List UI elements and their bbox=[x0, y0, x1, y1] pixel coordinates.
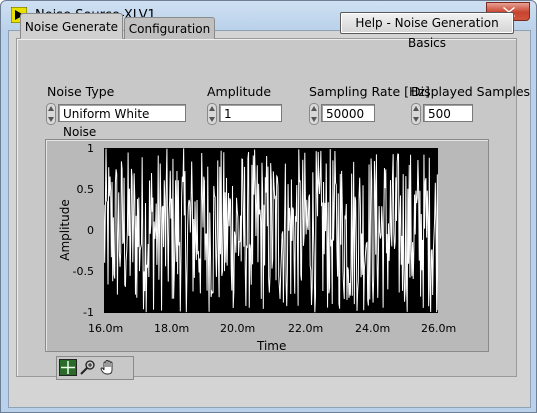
zoom-icon bbox=[80, 360, 95, 375]
y-tick-label: 1 bbox=[87, 142, 94, 155]
displayed-samples-stepper[interactable] bbox=[411, 103, 421, 125]
x-tick-label: 18.0m bbox=[154, 322, 190, 335]
plot-area[interactable] bbox=[104, 148, 438, 313]
zoom-tool-button[interactable] bbox=[79, 359, 97, 376]
pan-hand-icon bbox=[100, 360, 113, 375]
x-tick-label: 22.0m bbox=[288, 322, 324, 335]
help-button[interactable]: Help - Noise Generation Basics bbox=[340, 12, 514, 50]
noise-type-stepper[interactable] bbox=[46, 103, 56, 125]
noise-waveform-line bbox=[104, 148, 438, 313]
x-tick-label: 16.0m bbox=[88, 322, 124, 335]
amplitude-label: Amplitude bbox=[207, 84, 272, 99]
amplitude-field[interactable]: 1 bbox=[219, 104, 282, 122]
displayed-samples-label: Displayed Samples bbox=[411, 84, 531, 99]
pan-tool-button[interactable] bbox=[99, 359, 117, 376]
x-tick-label: 20.0m bbox=[220, 322, 256, 335]
y-axis-title: Amplitude bbox=[58, 199, 72, 261]
cursor-tool-button[interactable] bbox=[59, 359, 77, 376]
tab-configuration[interactable]: Configuration bbox=[124, 17, 215, 39]
x-axis-title: Time bbox=[257, 339, 287, 353]
sampling-rate-field[interactable]: 50000 bbox=[321, 104, 375, 122]
displayed-samples-field[interactable]: 500 bbox=[423, 104, 473, 122]
tab-noise-generate[interactable]: Noise Generate bbox=[20, 13, 123, 39]
sampling-rate-stepper[interactable] bbox=[309, 103, 319, 125]
y-tick-label: -1 bbox=[83, 306, 94, 319]
y-tick-label: -0.5 bbox=[72, 265, 94, 278]
noise-type-field[interactable]: Uniform White Noise bbox=[58, 104, 186, 139]
x-tick-label: 24.0m bbox=[355, 322, 391, 335]
crosshair-icon bbox=[61, 361, 75, 374]
noise-type-label: Noise Type bbox=[47, 84, 115, 99]
amplitude-stepper[interactable] bbox=[207, 103, 217, 125]
x-tick-label: 26.0m bbox=[421, 322, 457, 335]
graph-palette bbox=[56, 356, 134, 380]
y-axis-title-text: Amplitude bbox=[58, 199, 72, 261]
